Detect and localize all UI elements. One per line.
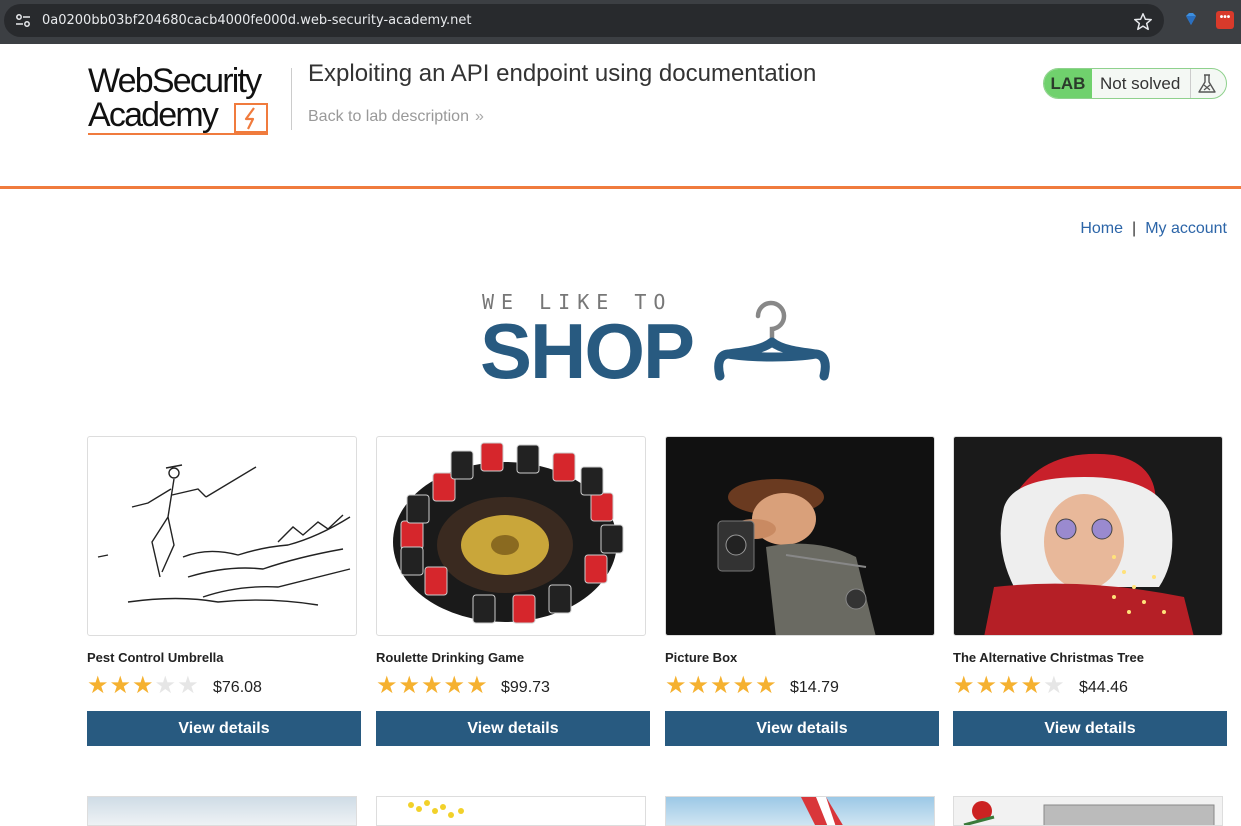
lab-title: Exploiting an API endpoint using documen… — [308, 60, 817, 87]
rating-stars: ★★★★★ — [665, 674, 778, 698]
extension-gem-icon[interactable] — [1183, 11, 1199, 27]
clothes-hanger-icon — [714, 300, 830, 381]
lab-status-widget: LAB Not solved — [1043, 68, 1227, 99]
top-navigation: Home | My account — [1080, 220, 1227, 238]
address-bar[interactable]: 0a0200bb03bf204680cacb4000fe000d.web-sec… — [4, 4, 1164, 37]
extension-menu-icon[interactable]: ••• — [1216, 11, 1234, 29]
back-to-lab-description-link[interactable]: Back to lab description » — [308, 108, 484, 126]
product-name: The Alternative Christmas Tree — [953, 650, 1144, 665]
star-icon: ★ — [665, 672, 687, 699]
view-details-button[interactable]: View details — [87, 711, 361, 746]
star-icon: ★ — [376, 672, 398, 699]
banner-title: SHOP — [480, 307, 695, 395]
lab-status-text: Not solved — [1100, 74, 1181, 93]
product-image-alternative-christmas-tree[interactable] — [953, 436, 1223, 636]
product-price: $14.79 — [790, 679, 839, 696]
lab-badge: LAB — [1044, 69, 1092, 98]
product-image-picture-box[interactable] — [665, 436, 935, 636]
star-empty-icon: ★ — [1043, 672, 1065, 699]
star-icon: ★ — [398, 672, 421, 699]
header-divider — [291, 68, 292, 130]
product-price: $76.08 — [213, 679, 262, 696]
view-details-button[interactable]: View details — [376, 711, 650, 746]
flask-icon — [1198, 74, 1216, 93]
star-icon: ★ — [1020, 672, 1043, 699]
nav-separator: | — [1132, 220, 1137, 237]
browser-toolbar: 0a0200bb03bf204680cacb4000fe000d.web-sec… — [0, 0, 1241, 44]
bookmark-star-icon[interactable] — [1132, 11, 1154, 33]
view-details-button[interactable]: View details — [665, 711, 939, 746]
web-security-academy-logo[interactable]: WebSecurity Academy — [88, 64, 288, 136]
star-icon: ★ — [132, 672, 154, 699]
product-price: $99.73 — [501, 679, 550, 696]
star-icon: ★ — [975, 672, 998, 699]
star-empty-icon: ★ — [177, 672, 199, 699]
logo-text-line1: WebSecurity — [88, 62, 262, 100]
star-icon: ★ — [466, 672, 488, 699]
nav-my-account-link[interactable]: My account — [1145, 220, 1227, 237]
rating-stars: ★★★★★ — [87, 674, 200, 698]
star-icon: ★ — [953, 672, 975, 699]
star-icon: ★ — [755, 672, 777, 699]
view-details-button[interactable]: View details — [953, 711, 1227, 746]
product-image-pest-control-umbrella[interactable] — [87, 436, 357, 636]
star-icon: ★ — [687, 672, 710, 699]
product-price: $44.46 — [1079, 679, 1128, 696]
rating-stars: ★★★★★ — [953, 674, 1066, 698]
star-icon: ★ — [710, 672, 732, 699]
lab-header: WebSecurity Academy Exploiting an API en… — [0, 44, 1241, 189]
double-chevron-right-icon: » — [474, 108, 484, 125]
star-icon: ★ — [732, 672, 755, 699]
rating-stars: ★★★★★ — [376, 674, 489, 698]
star-icon: ★ — [109, 672, 132, 699]
star-empty-icon: ★ — [154, 672, 177, 699]
site-settings-icon[interactable] — [14, 12, 32, 30]
logo-text-line2: Academy — [88, 96, 219, 134]
logo-underline — [88, 133, 268, 135]
lightning-icon — [244, 107, 255, 130]
star-icon: ★ — [443, 672, 466, 699]
product-name: Roulette Drinking Game — [376, 650, 525, 665]
status-divider — [1190, 69, 1191, 98]
product-name: Picture Box — [665, 650, 738, 665]
logo-bolt-box — [234, 103, 268, 133]
star-icon: ★ — [421, 672, 443, 699]
product-image-roulette-drinking-game[interactable] — [376, 436, 646, 636]
back-link-label[interactable]: Back to lab description — [308, 108, 469, 125]
url-text[interactable]: 0a0200bb03bf204680cacb4000fe000d.web-sec… — [42, 13, 471, 28]
nav-home-link[interactable]: Home — [1080, 220, 1123, 237]
shop-banner: WE LIKE TO SHOP — [480, 290, 840, 390]
star-icon: ★ — [998, 672, 1020, 699]
product-name: Pest Control Umbrella — [87, 650, 224, 665]
star-icon: ★ — [87, 672, 109, 699]
